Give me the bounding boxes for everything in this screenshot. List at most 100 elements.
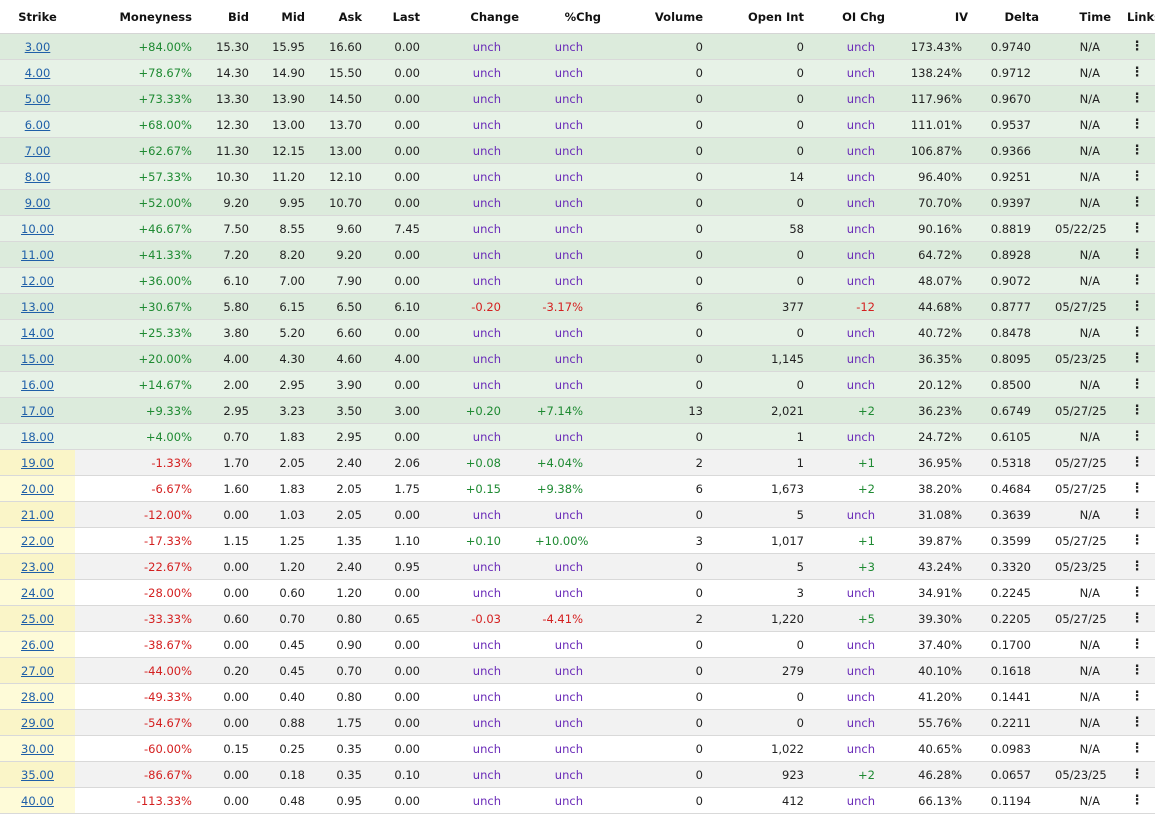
- strike-link[interactable]: 8.00: [25, 170, 51, 184]
- vertical-ellipsis-icon[interactable]: ⋮: [1131, 403, 1144, 418]
- vertical-ellipsis-icon[interactable]: ⋮: [1131, 273, 1144, 288]
- strike-link[interactable]: 23.00: [21, 560, 54, 574]
- strike-link[interactable]: 10.00: [21, 222, 54, 236]
- cell-mid: 1.20: [257, 553, 313, 580]
- cell-open-int: 5: [711, 553, 812, 580]
- strike-link[interactable]: 26.00: [21, 638, 54, 652]
- vertical-ellipsis-icon[interactable]: ⋮: [1131, 455, 1144, 470]
- strike-link[interactable]: 40.00: [21, 794, 54, 808]
- header-last[interactable]: Last: [370, 0, 428, 34]
- vertical-ellipsis-icon[interactable]: ⋮: [1131, 351, 1144, 366]
- strike-link[interactable]: 18.00: [21, 430, 54, 444]
- vertical-ellipsis-icon[interactable]: ⋮: [1131, 663, 1144, 678]
- header-open-int[interactable]: Open Int: [711, 0, 812, 34]
- header-oi-chg[interactable]: OI Chg: [812, 0, 893, 34]
- strike-link[interactable]: 11.00: [21, 248, 54, 262]
- strike-link[interactable]: 12.00: [21, 274, 54, 288]
- cell-change: unch: [428, 683, 527, 710]
- cell-volume: 6: [609, 475, 711, 502]
- vertical-ellipsis-icon[interactable]: ⋮: [1131, 481, 1144, 496]
- vertical-ellipsis-icon[interactable]: ⋮: [1131, 117, 1144, 132]
- strike-link[interactable]: 9.00: [25, 196, 51, 210]
- header-delta[interactable]: Delta: [976, 0, 1047, 34]
- strike-link[interactable]: 14.00: [21, 326, 54, 340]
- vertical-ellipsis-icon[interactable]: ⋮: [1131, 689, 1144, 704]
- cell-delta: 0.8928: [976, 241, 1047, 268]
- strike-link[interactable]: 20.00: [21, 482, 54, 496]
- vertical-ellipsis-icon[interactable]: ⋮: [1131, 377, 1144, 392]
- header-bid[interactable]: Bid: [200, 0, 257, 34]
- cell-ask: 12.10: [313, 163, 370, 190]
- strike-link[interactable]: 28.00: [21, 690, 54, 704]
- vertical-ellipsis-icon[interactable]: ⋮: [1131, 299, 1144, 314]
- strike-link[interactable]: 16.00: [21, 378, 54, 392]
- cell-delta: 0.5318: [976, 449, 1047, 476]
- vertical-ellipsis-icon[interactable]: ⋮: [1131, 741, 1144, 756]
- cell-mid: 3.23: [257, 397, 313, 424]
- strike-link[interactable]: 7.00: [25, 144, 51, 158]
- cell-iv: 66.13%: [893, 787, 976, 814]
- strike-link[interactable]: 19.00: [21, 456, 54, 470]
- strike-link[interactable]: 35.00: [21, 768, 54, 782]
- header-iv[interactable]: IV: [893, 0, 976, 34]
- strike-link[interactable]: 4.00: [25, 66, 51, 80]
- cell-links: ⋮: [1119, 345, 1155, 372]
- strike-link[interactable]: 21.00: [21, 508, 54, 522]
- vertical-ellipsis-icon[interactable]: ⋮: [1131, 143, 1144, 158]
- vertical-ellipsis-icon[interactable]: ⋮: [1131, 39, 1144, 54]
- header-volume[interactable]: Volume: [609, 0, 711, 34]
- header-change[interactable]: Change: [428, 0, 527, 34]
- vertical-ellipsis-icon[interactable]: ⋮: [1131, 793, 1144, 808]
- cell-strike: 9.00: [0, 189, 75, 216]
- header-moneyness[interactable]: Moneyness: [75, 0, 200, 34]
- cell-moneyness: -86.67%: [75, 761, 200, 788]
- strike-link[interactable]: 13.00: [21, 300, 54, 314]
- vertical-ellipsis-icon[interactable]: ⋮: [1131, 429, 1144, 444]
- cell-iv: 36.95%: [893, 449, 976, 476]
- cell-open-int: 1,017: [711, 527, 812, 554]
- strike-link[interactable]: 29.00: [21, 716, 54, 730]
- strike-link[interactable]: 15.00: [21, 352, 54, 366]
- vertical-ellipsis-icon[interactable]: ⋮: [1131, 767, 1144, 782]
- cell-delta: 0.2205: [976, 605, 1047, 632]
- vertical-ellipsis-icon[interactable]: ⋮: [1131, 221, 1144, 236]
- strike-link[interactable]: 30.00: [21, 742, 54, 756]
- vertical-ellipsis-icon[interactable]: ⋮: [1131, 559, 1144, 574]
- cell-volume: 0: [609, 33, 711, 60]
- header-pct-chg[interactable]: %Chg: [527, 0, 609, 34]
- cell-delta: 0.9537: [976, 111, 1047, 138]
- cell-ask: 14.50: [313, 85, 370, 112]
- strike-link[interactable]: 6.00: [25, 118, 51, 132]
- cell-ask: 3.50: [313, 397, 370, 424]
- strike-link[interactable]: 25.00: [21, 612, 54, 626]
- vertical-ellipsis-icon[interactable]: ⋮: [1131, 91, 1144, 106]
- header-strike[interactable]: Strike: [0, 0, 75, 34]
- strike-link[interactable]: 17.00: [21, 404, 54, 418]
- cell-oi-chg: unch: [812, 501, 893, 528]
- option-chain-table: Strike Moneyness Bid Mid Ask Last Change…: [0, 0, 1155, 814]
- header-ask[interactable]: Ask: [313, 0, 370, 34]
- vertical-ellipsis-icon[interactable]: ⋮: [1131, 585, 1144, 600]
- vertical-ellipsis-icon[interactable]: ⋮: [1131, 507, 1144, 522]
- cell-strike: 4.00: [0, 59, 75, 86]
- vertical-ellipsis-icon[interactable]: ⋮: [1131, 195, 1144, 210]
- header-mid[interactable]: Mid: [257, 0, 313, 34]
- strike-link[interactable]: 3.00: [25, 40, 51, 54]
- vertical-ellipsis-icon[interactable]: ⋮: [1131, 247, 1144, 262]
- cell-iv: 36.35%: [893, 345, 976, 372]
- vertical-ellipsis-icon[interactable]: ⋮: [1131, 715, 1144, 730]
- strike-link[interactable]: 24.00: [21, 586, 54, 600]
- header-time[interactable]: Time: [1047, 0, 1119, 34]
- strike-link[interactable]: 27.00: [21, 664, 54, 678]
- vertical-ellipsis-icon[interactable]: ⋮: [1131, 637, 1144, 652]
- table-row: 25.00 -33.33% 0.60 0.70 0.80 0.65 -0.03 -4.41% 2…: [0, 605, 1155, 632]
- vertical-ellipsis-icon[interactable]: ⋮: [1131, 611, 1144, 626]
- cell-open-int: 1: [711, 423, 812, 450]
- vertical-ellipsis-icon[interactable]: ⋮: [1131, 533, 1144, 548]
- cell-change: unch: [428, 111, 527, 138]
- vertical-ellipsis-icon[interactable]: ⋮: [1131, 325, 1144, 340]
- vertical-ellipsis-icon[interactable]: ⋮: [1131, 65, 1144, 80]
- strike-link[interactable]: 22.00: [21, 534, 54, 548]
- strike-link[interactable]: 5.00: [25, 92, 51, 106]
- vertical-ellipsis-icon[interactable]: ⋮: [1131, 169, 1144, 184]
